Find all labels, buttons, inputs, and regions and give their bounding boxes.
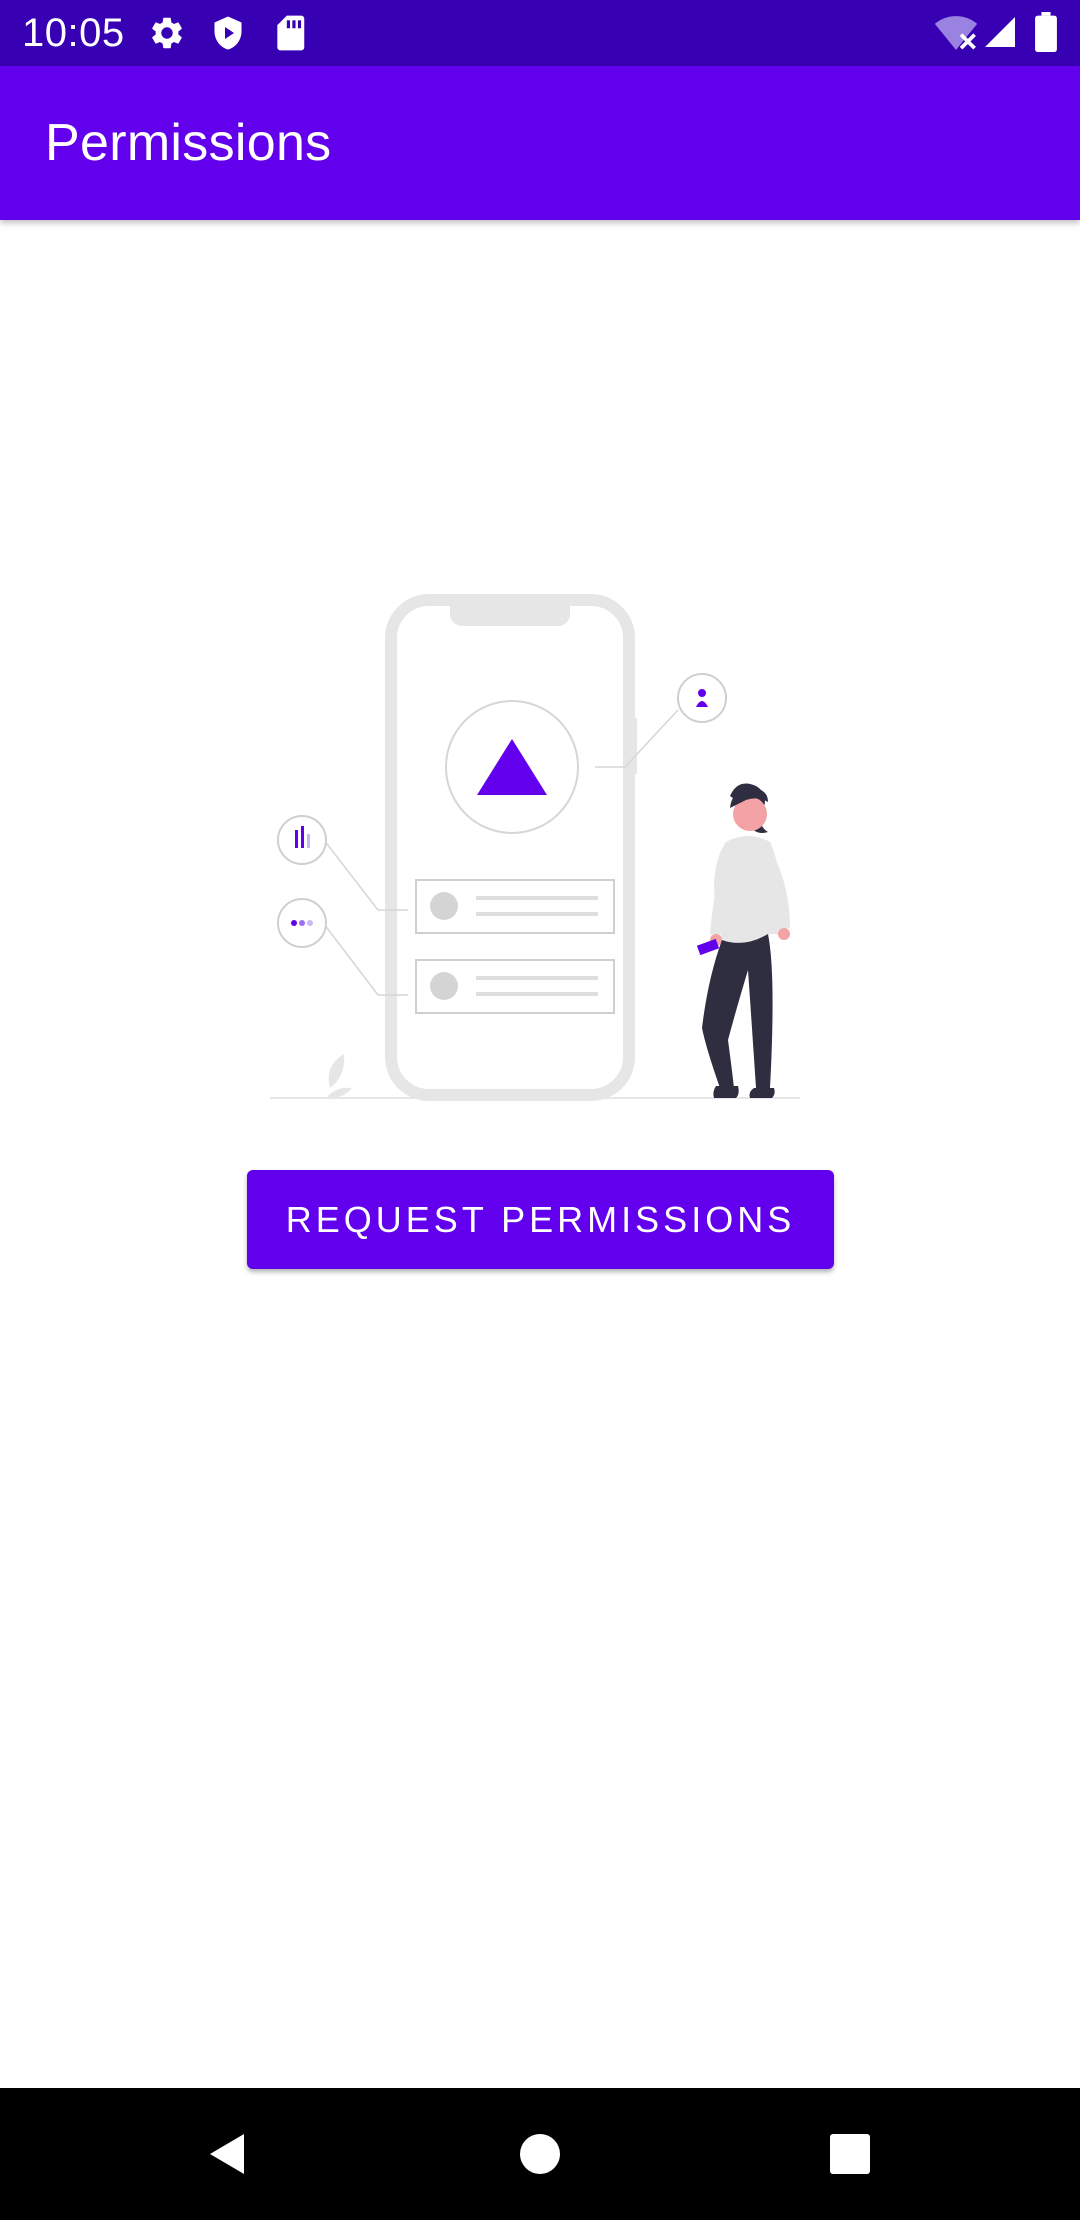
cell-signal-icon [982,14,1018,55]
status-bar: 10:05 [0,0,1080,66]
recents-icon[interactable] [814,2118,886,2190]
navigation-bar [0,2088,1080,2220]
app-bar: Permissions [0,66,1080,220]
back-icon[interactable] [190,2118,262,2190]
page-title: Permissions [45,114,332,172]
status-time: 10:05 [22,11,125,55]
shield-play-icon [210,14,246,57]
gear-icon [148,14,186,57]
home-icon[interactable] [504,2118,576,2190]
battery-icon [1034,12,1058,57]
phone-permissions-illustration [260,590,820,1110]
wifi-off-icon [934,14,978,57]
request-permissions-button[interactable]: REQUEST PERMISSIONS [247,1170,834,1269]
sd-card-icon [274,14,306,57]
